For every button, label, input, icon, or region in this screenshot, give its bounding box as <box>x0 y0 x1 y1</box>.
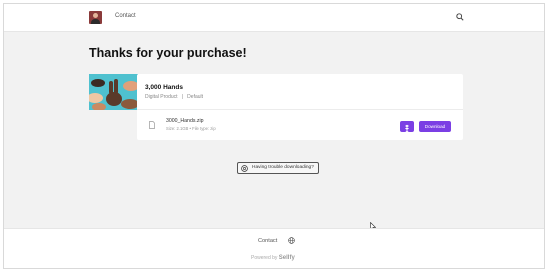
product-meta: Digital Product | Default <box>145 94 203 100</box>
sellfy-logo: Sellfy <box>278 255 295 261</box>
dropbox-icon <box>405 124 409 133</box>
browser-viewport: Contact Thanks for your purchase! 3,000 … <box>3 3 545 269</box>
powered-by[interactable]: Powered by Sellfy <box>251 255 295 261</box>
store-avatar[interactable] <box>89 11 102 24</box>
trouble-downloading-button[interactable]: Having trouble downloading? <box>237 162 319 174</box>
card-divider <box>137 109 463 110</box>
globe-icon[interactable] <box>288 237 295 244</box>
product-thumbnail <box>89 74 138 110</box>
file-icon <box>149 121 155 129</box>
help-circle-icon <box>241 164 248 172</box>
top-navbar: Contact <box>4 4 544 32</box>
meta-separator: | <box>181 94 183 100</box>
file-meta: Size: 2.1GB • File type: zip <box>166 126 216 131</box>
powered-prefix: Powered by <box>251 255 278 261</box>
page-title: Thanks for your purchase! <box>89 46 247 60</box>
search-icon[interactable] <box>456 13 464 21</box>
file-name: 3000_Hands.zip <box>166 118 204 124</box>
hands-illustration <box>89 74 138 110</box>
trouble-label: Having trouble downloading? <box>252 165 314 170</box>
purchase-card: 3,000 Hands Digital Product | Default 30… <box>137 74 463 140</box>
product-type: Digital Product <box>145 94 178 100</box>
save-to-dropbox-button[interactable] <box>400 121 414 133</box>
product-variant: Default <box>187 94 204 100</box>
page-footer: Contact Powered by Sellfy <box>4 228 544 268</box>
download-button[interactable]: Download <box>419 121 451 132</box>
product-title: 3,000 Hands <box>145 84 183 91</box>
nav-contact-link[interactable]: Contact <box>115 13 136 19</box>
footer-contact-link[interactable]: Contact <box>258 238 277 244</box>
